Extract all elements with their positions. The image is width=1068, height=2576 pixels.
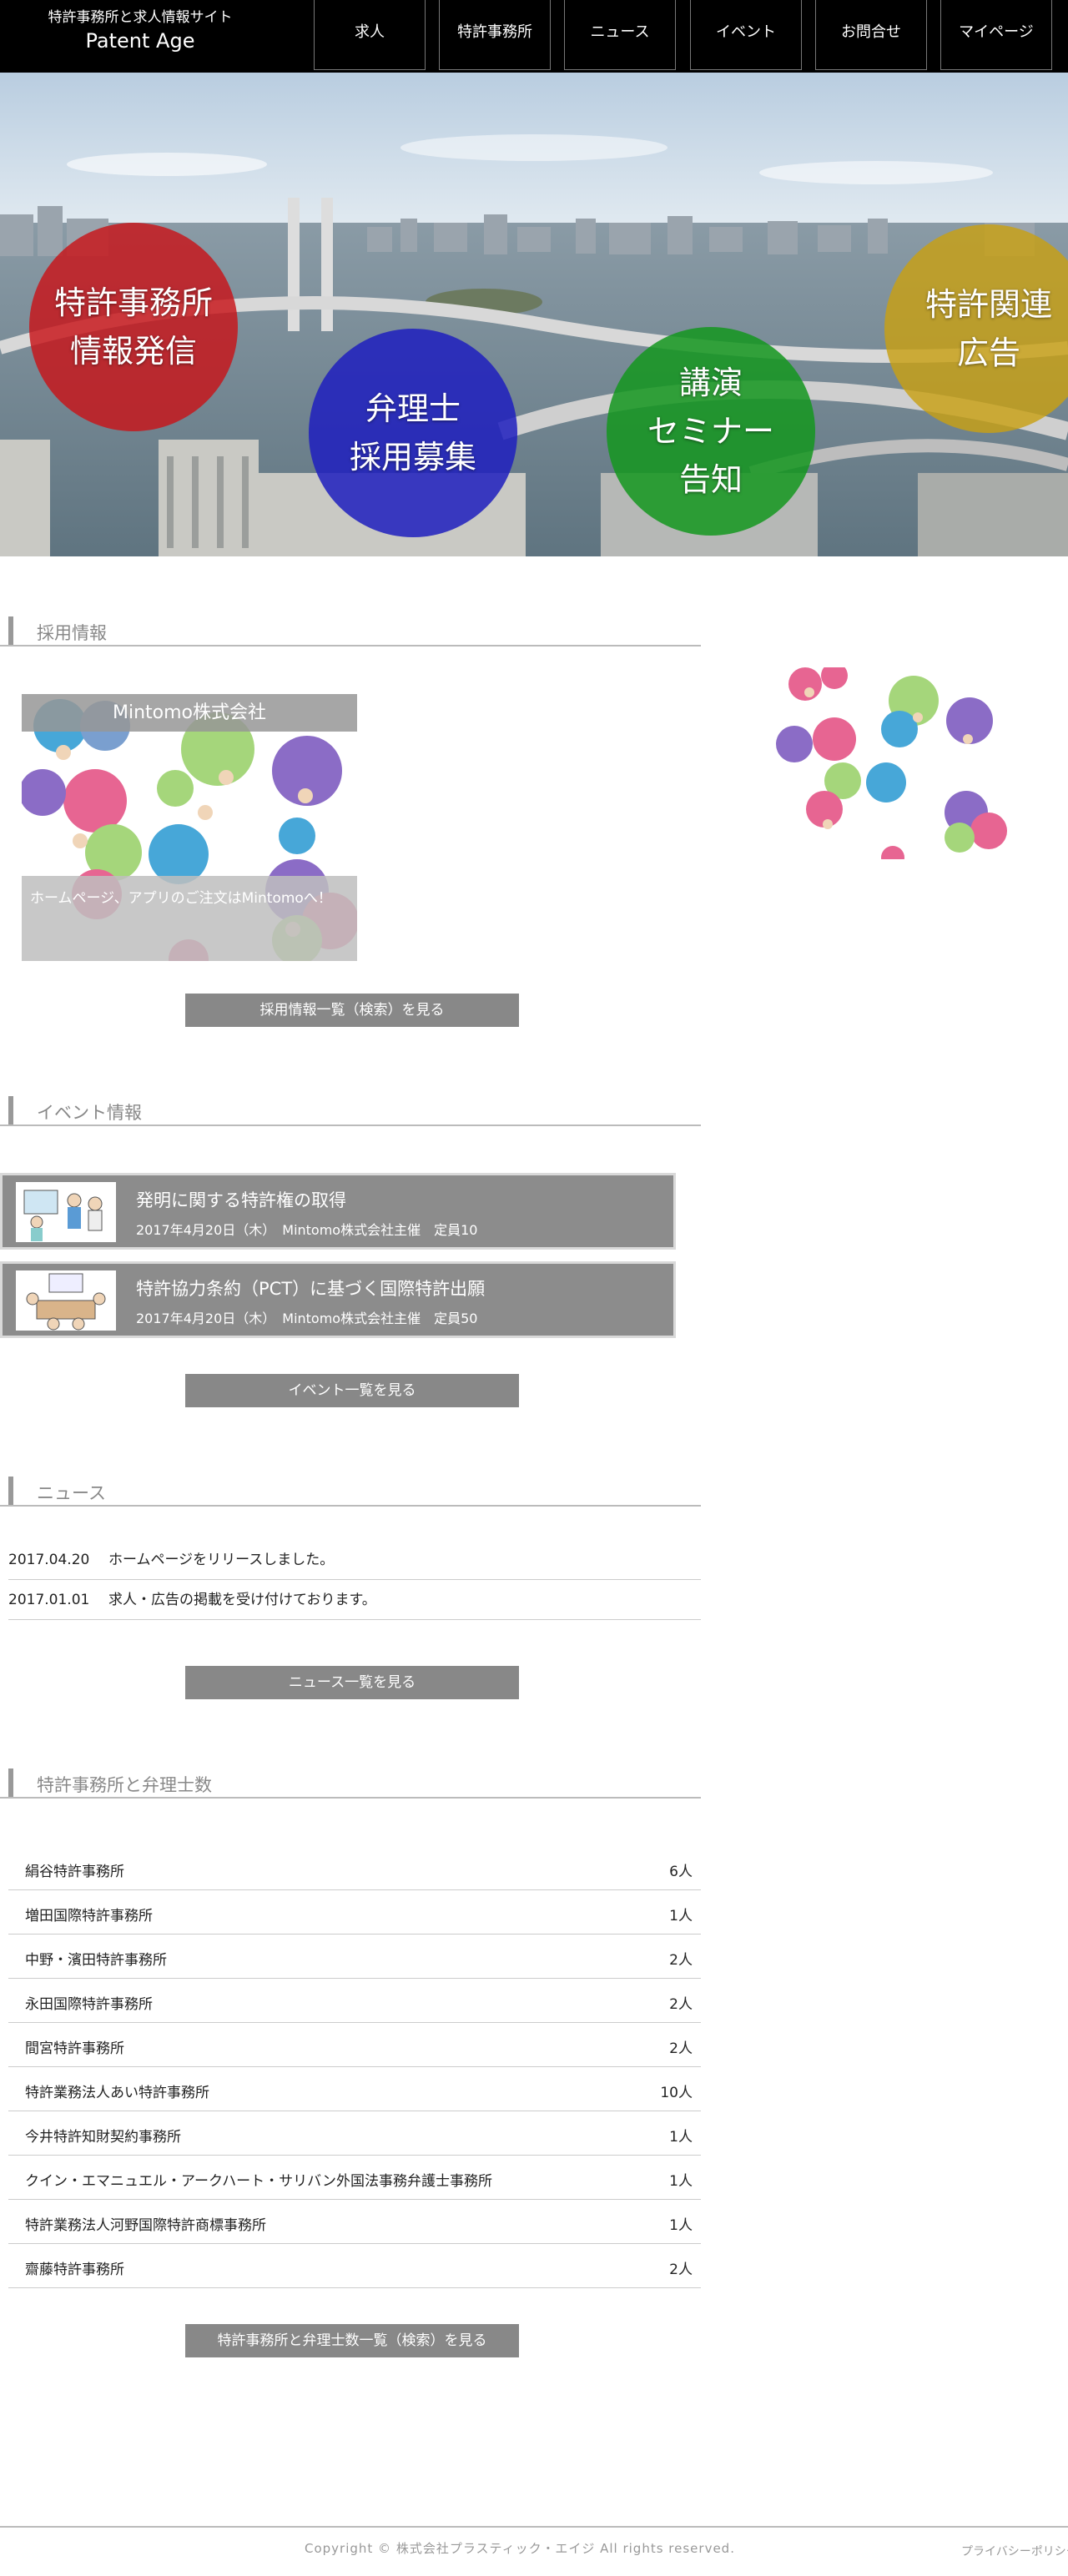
site-title: Patent Age <box>85 29 195 53</box>
firms-list-button[interactable]: 特許事務所と弁理士数一覧（検索）を見る <box>185 2324 519 2357</box>
heading-bar <box>8 1477 13 1505</box>
hero-circle-firm-info-line2: 情報発信 <box>69 333 197 370</box>
hero-circle-firm-info[interactable]: 特許事務所 情報発信 <box>29 223 238 431</box>
firm-row[interactable]: 中野・濱田特許事務所 2人 <box>8 1935 701 1979</box>
hero-circle-seminars[interactable]: 講演 セミナー 告知 <box>607 327 815 536</box>
news-text: 求人・広告の掲載を受け付けております。 <box>108 1592 376 1608</box>
firm-row[interactable]: クイン・エマニュエル・アークハート・サリバン外国法事務弁護士事務所 1人 <box>8 2156 701 2200</box>
nav-mypage[interactable]: マイページ <box>940 0 1052 70</box>
events-heading-text: イベント情報 <box>37 1103 142 1123</box>
job-card[interactable]: Mintomo株式会社 ホームページ、アプリのご注文はMintomoへ！ <box>22 694 357 961</box>
firm-attorney-count: 2人 <box>669 2040 693 2057</box>
firms-section-heading: 特許事務所と弁理士数 <box>0 1765 701 1799</box>
heading-bar <box>8 1768 13 1797</box>
site-header: 特許事務所と求人情報サイト Patent Age 求人 特許事務所 ニュース イ… <box>0 0 1068 73</box>
event-thumbnail <box>16 1270 116 1331</box>
event-item[interactable]: 発明に関する特許権の取得 2017年4月20日（木） Mintomo株式会社主催… <box>0 1173 676 1250</box>
recruit-list-button[interactable]: 採用情報一覧（検索）を見る <box>185 994 519 1027</box>
firm-name: 今井特許知財契約事務所 <box>25 2129 181 2146</box>
firm-name: 中野・濱田特許事務所 <box>25 1952 167 1969</box>
firm-name: 間宮特許事務所 <box>25 2040 124 2057</box>
firms-heading-text: 特許事務所と弁理士数 <box>37 1775 212 1795</box>
firm-row[interactable]: 齋藤特許事務所 2人 <box>8 2244 701 2288</box>
firm-name: 特許業務法人あい特許事務所 <box>25 2085 209 2101</box>
firm-attorney-count: 1人 <box>669 2173 693 2190</box>
hero-circle-seminars-line1: 講演 <box>678 365 743 401</box>
firm-attorney-count: 6人 <box>669 1864 693 1880</box>
news-date: 2017.04.20 <box>8 1552 90 1568</box>
event-title: 発明に関する特許権の取得 <box>136 1190 346 1210</box>
news-item[interactable]: 2017.01.01 求人・広告の掲載を受け付けております。 <box>8 1580 701 1620</box>
firm-attorney-count: 2人 <box>669 2262 693 2278</box>
site-logo[interactable]: 特許事務所と求人情報サイト Patent Age <box>40 8 240 55</box>
firm-name: 絹谷特許事務所 <box>25 1864 124 1880</box>
firm-attorney-count: 10人 <box>660 2085 693 2101</box>
firm-row[interactable]: 間宮特許事務所 2人 <box>8 2023 701 2067</box>
event-meta: 2017年4月20日（木） Mintomo株式会社主催 定員10 <box>136 1222 478 1238</box>
firm-row[interactable]: 特許業務法人河野国際特許商標事務所 1人 <box>8 2200 701 2244</box>
nav-events[interactable]: イベント <box>690 0 802 70</box>
event-thumbnail <box>16 1182 116 1242</box>
firm-attorney-count: 1人 <box>669 1908 693 1924</box>
firm-name: 増田国際特許事務所 <box>25 1908 153 1924</box>
hero-circle-recruitment-line1: 弁理士 <box>365 390 461 427</box>
hero-circle-advertising-line1: 特許関連 <box>924 286 1052 323</box>
news-text: ホームページをリリースしました。 <box>108 1552 335 1568</box>
firm-attorney-count: 2人 <box>669 1996 693 2013</box>
hero-circle-advertising-line2: 広告 <box>956 335 1020 371</box>
heading-bar <box>8 1096 13 1124</box>
events-list-button[interactable]: イベント一覧を見る <box>185 1374 519 1407</box>
firm-row[interactable]: 絹谷特許事務所 6人 <box>8 1846 701 1890</box>
news-date: 2017.01.01 <box>8 1592 90 1608</box>
firm-name: 永田国際特許事務所 <box>25 1996 153 2013</box>
site-subtitle: 特許事務所と求人情報サイト <box>48 9 233 26</box>
news-section-heading: ニュース <box>0 1473 701 1507</box>
privacy-policy-link[interactable]: プライバシーポリシー <box>961 2543 1068 2559</box>
news-heading-text: ニュース <box>37 1483 106 1503</box>
event-meta: 2017年4月20日（木） Mintomo株式会社主催 定員50 <box>136 1311 478 1326</box>
firm-attorney-count: 1人 <box>669 2129 693 2146</box>
recruit-heading-text: 採用情報 <box>37 623 107 643</box>
firm-attorney-count: 1人 <box>669 2217 693 2234</box>
copyright-text: Copyright © 株式会社プラスティック・エイジ All rights r… <box>305 2541 735 2556</box>
news-item[interactable]: 2017.04.20 ホームページをリリースしました。 <box>8 1540 701 1580</box>
job-description: ホームページ、アプリのご注文はMintomoへ！ <box>22 876 357 961</box>
recruit-section-heading: 採用情報 <box>0 613 701 647</box>
nav-patent-firms[interactable]: 特許事務所 <box>439 0 551 70</box>
nav-contact[interactable]: お問合せ <box>815 0 927 70</box>
firm-row[interactable]: 増田国際特許事務所 1人 <box>8 1890 701 1935</box>
footer-divider <box>0 2526 1068 2528</box>
job-company-name: Mintomo株式会社 <box>22 694 357 732</box>
hero-circle-firm-info-line1: 特許事務所 <box>53 284 213 321</box>
nav-jobs[interactable]: 求人 <box>314 0 426 70</box>
firm-name: 特許業務法人河野国際特許商標事務所 <box>25 2217 266 2234</box>
firm-row[interactable]: 今井特許知財契約事務所 1人 <box>8 2111 701 2156</box>
recruit-bubbles-image <box>776 667 1007 859</box>
event-item[interactable]: 特許協力条約（PCT）に基づく国際特許出願 2017年4月20日（木） Mint… <box>0 1261 676 1338</box>
firm-row[interactable]: 特許業務法人あい特許事務所 10人 <box>8 2067 701 2111</box>
firm-attorney-count: 2人 <box>669 1952 693 1969</box>
nav-news[interactable]: ニュース <box>564 0 676 70</box>
news-list-button[interactable]: ニュース一覧を見る <box>185 1666 519 1699</box>
hero-circle-seminars-line3: 告知 <box>678 461 743 498</box>
hero-banner: 特許事務所 情報発信 弁理士 採用募集 講演 セミナー 告知 特許関連 広告 <box>0 73 1068 556</box>
heading-bar <box>8 616 13 645</box>
firm-name: 齋藤特許事務所 <box>25 2262 124 2278</box>
hero-circle-seminars-line2: セミナー <box>647 413 774 450</box>
hero-circle-recruitment-line2: 採用募集 <box>349 439 476 475</box>
hero-circle-recruitment[interactable]: 弁理士 採用募集 <box>309 329 517 537</box>
events-section-heading: イベント情報 <box>0 1093 701 1126</box>
firm-name: クイン・エマニュエル・アークハート・サリバン外国法事務弁護士事務所 <box>25 2173 492 2190</box>
event-title: 特許協力条約（PCT）に基づく国際特許出願 <box>136 1279 486 1299</box>
firm-row[interactable]: 永田国際特許事務所 2人 <box>8 1979 701 2023</box>
